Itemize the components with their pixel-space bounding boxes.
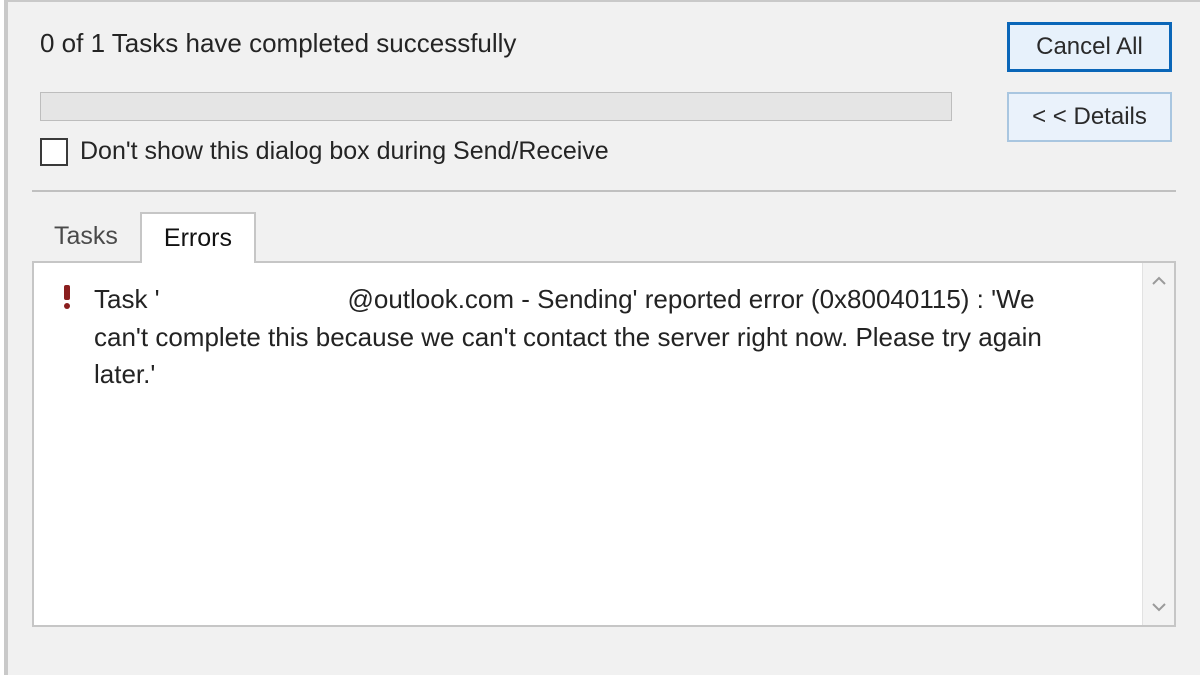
dont-show-checkbox[interactable] (40, 138, 68, 166)
error-message-text: Task ' @outlook.com - Sending' reported … (94, 281, 1094, 394)
scroll-up-button[interactable] (1147, 269, 1171, 293)
scroll-down-button[interactable] (1147, 595, 1171, 619)
dont-show-checkbox-label: Don't show this dialog box during Send/R… (80, 137, 609, 166)
dialog-top-area: 0 of 1 Tasks have completed successfully… (8, 2, 1200, 166)
error-icon (58, 285, 76, 309)
errors-panel: Task ' @outlook.com - Sending' reported … (32, 261, 1176, 627)
errors-content: Task ' @outlook.com - Sending' reported … (34, 263, 1142, 625)
dont-show-checkbox-row: Don't show this dialog box during Send/R… (40, 137, 1172, 166)
tabs-area: Tasks Errors Task ' @outlook.com - Sendi… (32, 210, 1176, 627)
error-item: Task ' @outlook.com - Sending' reported … (58, 281, 1130, 394)
tabs: Tasks Errors (32, 210, 1176, 261)
details-button[interactable]: < < Details (1007, 92, 1172, 142)
right-button-column: Cancel All < < Details (1007, 22, 1172, 142)
vertical-scrollbar[interactable] (1142, 263, 1174, 625)
progress-bar (40, 92, 952, 121)
progress-row (40, 92, 1172, 121)
tab-errors[interactable]: Errors (140, 212, 256, 263)
divider (32, 190, 1176, 192)
send-receive-dialog: 0 of 1 Tasks have completed successfully… (4, 0, 1200, 675)
tab-tasks[interactable]: Tasks (32, 212, 140, 261)
status-text: 0 of 1 Tasks have completed successfully (40, 22, 1007, 59)
header-row: 0 of 1 Tasks have completed successfully… (40, 22, 1172, 142)
cancel-all-button[interactable]: Cancel All (1007, 22, 1172, 72)
